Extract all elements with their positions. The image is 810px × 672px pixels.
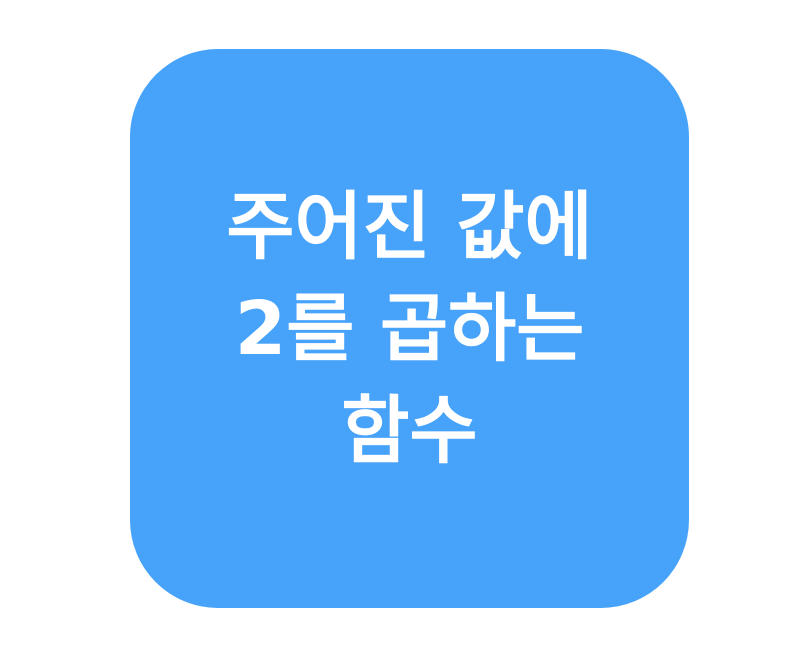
function-block-label: 주어진 값에 2를 곱하는 함수 — [226, 176, 592, 482]
diagram-canvas: 주어진 값에 2를 곱하는 함수 — [0, 0, 810, 672]
function-block-line-3: 함수 — [341, 387, 478, 474]
function-block-line-1: 주어진 값에 — [226, 183, 593, 270]
function-block[interactable]: 주어진 값에 2를 곱하는 함수 — [130, 49, 689, 608]
function-block-line-2: 2를 곱하는 — [234, 285, 585, 372]
